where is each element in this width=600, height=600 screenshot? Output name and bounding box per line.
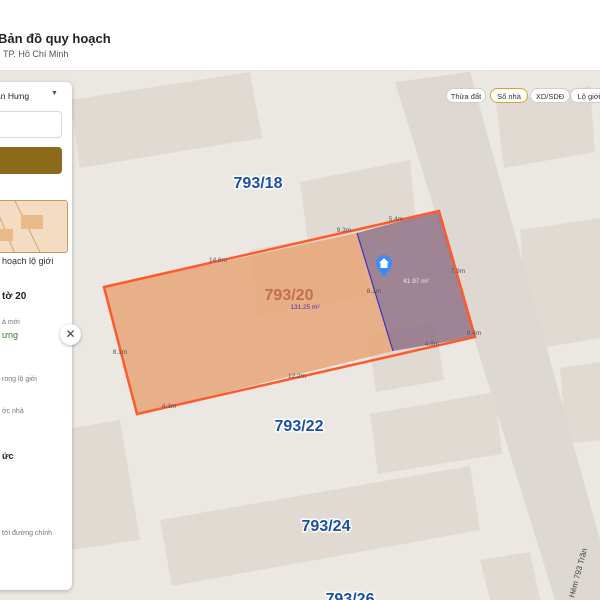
dim-top-right: 5.4m [389,216,403,223]
dim-top-left: 14.6m [209,257,227,264]
thumbnail-graphic [0,201,67,252]
chevron-down-icon[interactable]: ▼ [51,90,58,97]
dim-bottom-right: 4.9m [425,341,439,348]
label-block-26: 793/26 [326,591,375,600]
label-block-20: 793/20 [265,287,314,304]
page-subtitle: TP. Hồ Chí Minh [3,49,69,59]
close-icon[interactable]: ✕ [60,324,81,345]
dim-bottom-mid: 12.2m [288,373,306,380]
location-select[interactable]: ận Hưng [0,92,29,101]
dim-top-split: 9.3m [337,227,351,234]
page-title: Bản đồ quy hoạch [0,31,111,46]
label-block-18: 793/18 [234,175,283,192]
parcel-label: tờ 20 [2,291,27,302]
label-block-24: 793/24 [302,518,351,535]
building [480,552,540,600]
filter-lo-gioi[interactable]: Lộ giới [570,88,600,103]
dim-right-upper: 7.9m [451,268,465,275]
thumbnail-block [21,215,43,229]
area-selected-label: 41.97 m² [403,278,429,285]
filter-so-nha[interactable]: Số nhà [490,88,528,103]
area-main-label: 131.25 m² [290,304,320,311]
search-button[interactable] [0,147,62,174]
planning-map[interactable]: 793/18 793/22 793/24 793/26 793/20 131.2… [0,70,600,600]
dim-left: 8.1m [113,349,127,356]
dim-bottom-left: 4.3m [162,403,176,410]
map-thumbnail[interactable] [0,200,68,253]
filter-thua-dat[interactable]: Thửa đất [446,88,486,103]
field-label: tới đường chính [2,530,53,537]
thumbnail-block [0,229,13,241]
field-label: à mới [2,319,20,326]
label-block-22: 793/22 [275,418,324,435]
filter-xd-sdd[interactable]: XD/SDĐ [530,88,570,103]
field-value: ức [2,451,14,461]
dim-right-lower: 9.4m [467,330,481,337]
dim-split: 8.1m [367,288,381,295]
field-label: rong lộ giới [2,376,37,383]
search-input[interactable] [0,111,62,138]
thumbnail-caption: hoạch lộ giới [2,256,54,266]
field-value: ưng [2,330,19,340]
field-label: ớc nhà [2,408,24,415]
header-bar: Bản đồ quy hoạch TP. Hồ Chí Minh [0,0,600,71]
